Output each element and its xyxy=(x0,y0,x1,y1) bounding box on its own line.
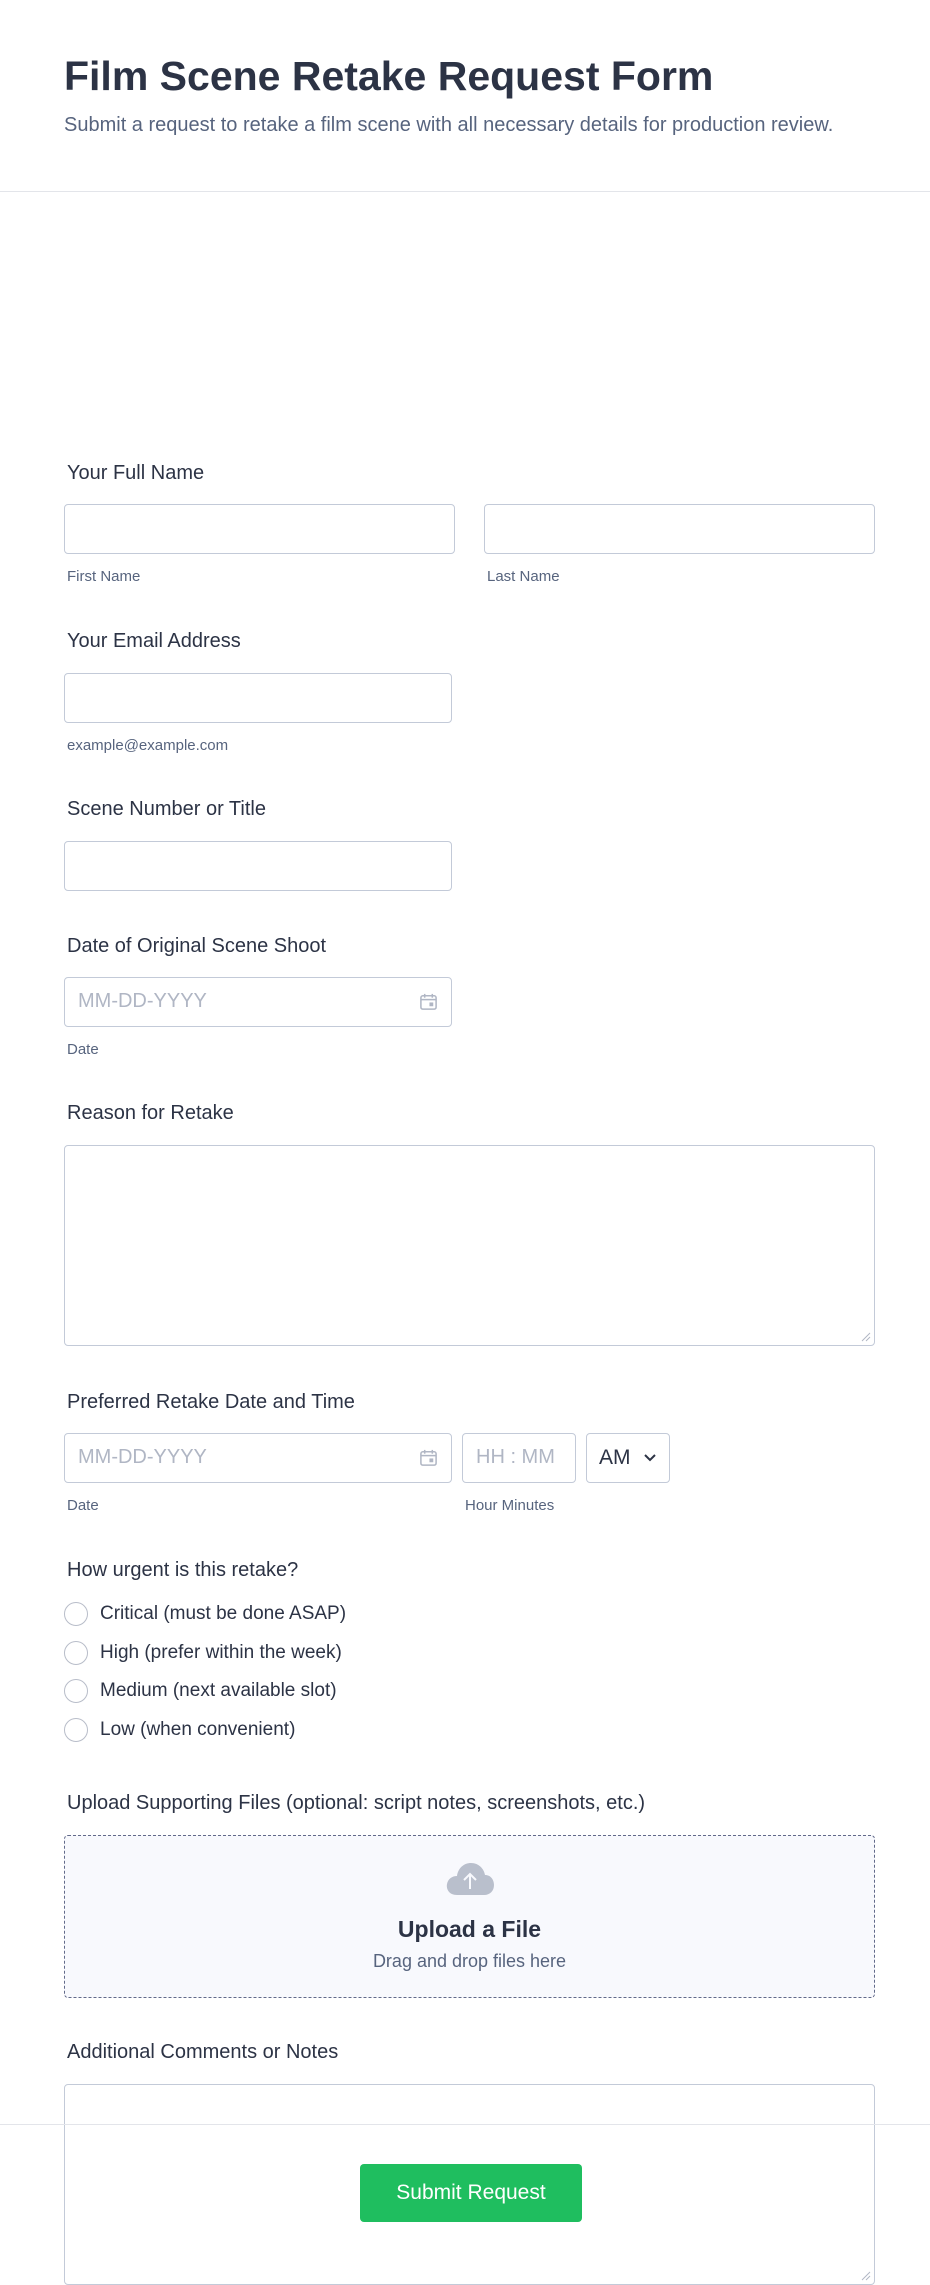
form-footer: Submit Request xyxy=(0,2124,930,2272)
urgency-option-critical[interactable]: Critical (must be done ASAP) xyxy=(64,1599,346,1629)
full-name-label: Your Full Name xyxy=(67,462,205,484)
comments-label: Additional Comments or Notes xyxy=(67,2041,339,2063)
resize-handle-icon[interactable] xyxy=(861,2271,871,2281)
upload-subtitle: Drag and drop files here xyxy=(372,1951,567,1971)
file-upload-dropzone[interactable]: Upload a File Drag and drop files here xyxy=(64,1835,875,1998)
first-name-sublabel: First Name xyxy=(67,568,141,585)
preferred-date-input[interactable]: MM-DD-YYYY xyxy=(64,1433,452,1483)
radio-label: High (prefer within the week) xyxy=(100,1642,342,1663)
calendar-icon[interactable] xyxy=(419,1448,438,1467)
radio-button[interactable] xyxy=(64,1679,88,1703)
page-subtitle: Submit a request to retake a film scene … xyxy=(64,114,834,136)
reason-label: Reason for Retake xyxy=(67,1102,234,1124)
urgency-option-low[interactable]: Low (when convenient) xyxy=(64,1715,295,1745)
scene-label: Scene Number or Title xyxy=(67,798,266,820)
urgency-option-high[interactable]: High (prefer within the week) xyxy=(64,1638,342,1668)
email-label: Your Email Address xyxy=(67,630,241,652)
cloud-upload-icon xyxy=(446,1863,494,1895)
upload-title: Upload a File xyxy=(397,1916,542,1942)
resize-handle-icon[interactable] xyxy=(861,1332,871,1342)
submit-button[interactable]: Submit Request xyxy=(360,2164,582,2222)
page-title: Film Scene Retake Request Form xyxy=(64,53,714,99)
radio-button[interactable] xyxy=(64,1641,88,1665)
first-name-input[interactable] xyxy=(64,504,455,554)
radio-button[interactable] xyxy=(64,1718,88,1742)
radio-label: Medium (next available slot) xyxy=(100,1680,337,1701)
radio-label: Critical (must be done ASAP) xyxy=(100,1603,347,1624)
last-name-input[interactable] xyxy=(484,504,875,554)
email-sublabel: example@example.com xyxy=(67,737,229,754)
original-date-placeholder: MM-DD-YYYY xyxy=(78,990,207,1012)
scene-input[interactable] xyxy=(64,841,452,891)
preferred-date-sublabel: Date xyxy=(67,1497,99,1514)
original-date-input[interactable]: MM-DD-YYYY xyxy=(64,977,452,1027)
chevron-down-icon xyxy=(644,1454,656,1462)
radio-button[interactable] xyxy=(64,1602,88,1626)
ampm-select[interactable]: AM xyxy=(586,1433,670,1483)
radio-label: Low (when convenient) xyxy=(100,1719,296,1740)
preferred-time-sublabel: Hour Minutes xyxy=(465,1497,555,1514)
preferred-time-placeholder: HH : MM xyxy=(476,1446,555,1468)
preferred-date-placeholder: MM-DD-YYYY xyxy=(78,1446,207,1468)
last-name-sublabel: Last Name xyxy=(487,568,560,585)
original-date-sublabel: Date xyxy=(67,1041,99,1058)
calendar-icon[interactable] xyxy=(419,992,438,1011)
ampm-value: AM xyxy=(599,1446,631,1469)
preferred-label: Preferred Retake Date and Time xyxy=(67,1391,355,1413)
email-input[interactable] xyxy=(64,673,452,723)
urgency-option-medium[interactable]: Medium (next available slot) xyxy=(64,1676,337,1706)
reason-textarea[interactable] xyxy=(64,1145,875,1346)
urgency-label: How urgent is this retake? xyxy=(67,1559,299,1581)
original-date-label: Date of Original Scene Shoot xyxy=(67,935,327,957)
upload-label: Upload Supporting Files (optional: scrip… xyxy=(67,1792,646,1814)
preferred-time-input[interactable]: HH : MM xyxy=(462,1433,576,1483)
form-header: Film Scene Retake Request Form Submit a … xyxy=(0,0,930,192)
